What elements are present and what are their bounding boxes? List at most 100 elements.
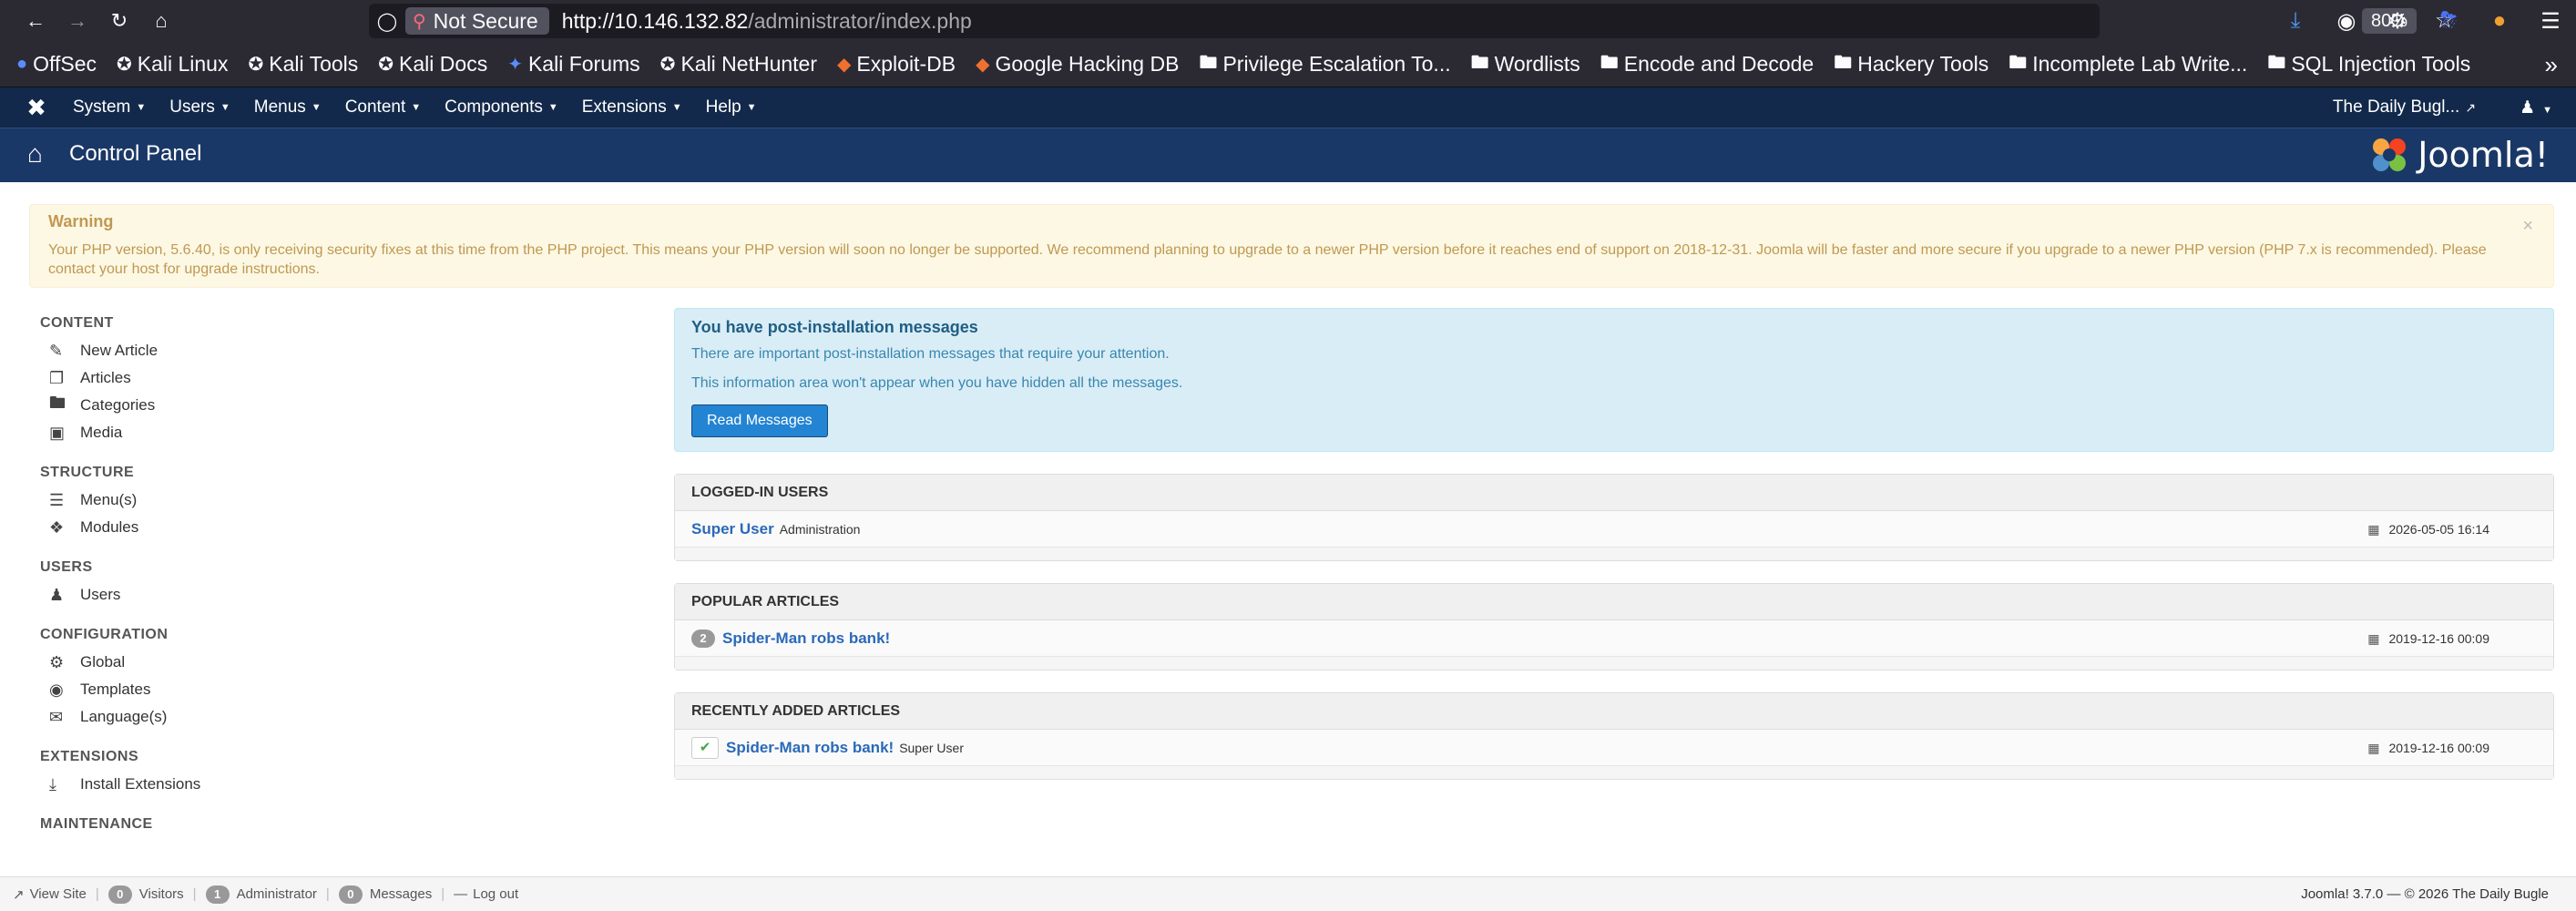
extensions-puzzle-icon[interactable]: ⚙ bbox=[2372, 8, 2423, 35]
admin-menu-bar: ✖ System ▼ Users ▼ Menus ▼ Content ▼ Compone… bbox=[0, 87, 2576, 128]
article-author: Super User bbox=[899, 740, 964, 755]
menu-system[interactable]: System ▼ bbox=[73, 97, 146, 118]
sidebar-item-global[interactable]: ⚙ Global bbox=[40, 649, 623, 676]
forward-icon[interactable]: → bbox=[56, 0, 98, 42]
folder-icon: 🖿 bbox=[49, 394, 66, 412]
shield-extension-icon[interactable]: ⛈ bbox=[2423, 8, 2474, 34]
kali-dragon-icon: ✪ bbox=[116, 55, 132, 75]
sidebar-item-new-article[interactable]: ✎ New Article bbox=[40, 337, 623, 364]
menu-content[interactable]: Content ▼ bbox=[345, 97, 421, 118]
view-site-link[interactable]: ↗ View Site bbox=[13, 886, 87, 903]
caret-down-icon: ▼ bbox=[136, 101, 147, 113]
visitors-count[interactable]: 0 Visitors bbox=[107, 885, 184, 904]
not-secure-badge[interactable]: ⚲ Not Secure bbox=[405, 7, 549, 35]
bookmark-kali-nethunter[interactable]: ✪ Kali NetHunter bbox=[660, 52, 817, 77]
sidebar-section-users: USERS bbox=[40, 559, 93, 575]
users-icon: ♟ bbox=[49, 585, 65, 604]
bookmark-offsec[interactable]: ● OffSec bbox=[16, 52, 97, 77]
sidebar-item-modules[interactable]: ❖ Modules bbox=[40, 514, 623, 541]
sidebar-item-templates[interactable]: ◉ Templates bbox=[40, 676, 623, 703]
logout-link[interactable]: — Log out bbox=[454, 886, 518, 902]
home-icon[interactable]: ⌂ bbox=[140, 0, 182, 42]
recent-articles-panel: RECENTLY ADDED ARTICLES ✔ Spider-Man rob… bbox=[674, 692, 2554, 780]
pencil-icon: ✎ bbox=[49, 341, 64, 360]
browser-toolbar: ← → ↻ ⌂ ◯ ⚲ Not Secure http://10.146.132.… bbox=[0, 0, 2576, 42]
caret-down-icon: ▼ bbox=[311, 101, 322, 113]
bookmark-kali-docs[interactable]: ✪ Kali Docs bbox=[378, 52, 487, 77]
bookmark-kali-linux[interactable]: ✪ Kali Linux bbox=[117, 52, 229, 77]
menu-extensions[interactable]: Extensions ▼ bbox=[582, 97, 682, 118]
extension-j-icon[interactable]: ◉ bbox=[2321, 8, 2372, 35]
sidebar-section-maintenance: MAINTENANCE bbox=[40, 816, 153, 832]
bookmark-kali-tools[interactable]: ✪ Kali Tools bbox=[248, 52, 358, 77]
close-icon[interactable]: × bbox=[2522, 216, 2533, 237]
post-install-alert: You have post-installation messages Ther… bbox=[674, 308, 2554, 452]
article-link[interactable]: Spider-Man robs bank! bbox=[722, 630, 890, 648]
timestamp: ▦ 2026-05-05 16:14 bbox=[2367, 522, 2489, 537]
main-content: You have post-installation messages Ther… bbox=[674, 308, 2554, 780]
sidebar-item-categories[interactable]: 🖿 Categories bbox=[40, 392, 623, 419]
download-icon: ⤓ bbox=[49, 774, 56, 793]
bookmark-folder-sqli[interactable]: 🖿 SQL Injection Tools bbox=[2267, 49, 2470, 80]
user-menu[interactable]: ♟ ▼ bbox=[2520, 97, 2552, 118]
folder-icon: 🖿 bbox=[1199, 52, 1218, 73]
bookmark-exploit-db[interactable]: ◆ Exploit-DB bbox=[837, 52, 956, 77]
joomla-wordmark: Joomla! bbox=[2418, 135, 2549, 175]
address-bar[interactable]: ◯ ⚲ Not Secure http://10.146.132.82/admin… bbox=[369, 4, 2455, 38]
sidebar-section-configuration: CONFIGURATION bbox=[40, 627, 169, 642]
sidebar-item-users[interactable]: ♟ Users bbox=[40, 581, 623, 609]
cube-icon: ❖ bbox=[49, 517, 65, 537]
messages-count[interactable]: 0 Messages bbox=[338, 885, 432, 904]
sidebar-item-menus[interactable]: ☰ Menu(s) bbox=[40, 486, 623, 514]
post-install-line2: This information area won't appear when … bbox=[691, 375, 1183, 391]
downloads-icon[interactable]: ⤓ bbox=[2270, 8, 2321, 34]
read-messages-button[interactable]: Read Messages bbox=[691, 404, 828, 437]
url-text[interactable]: http://10.146.132.82/administrator/index… bbox=[562, 9, 972, 34]
sidebar-item-articles[interactable]: ❐ Articles bbox=[40, 364, 623, 392]
cookie-extension-icon[interactable]: ● bbox=[2474, 8, 2525, 34]
panel-title: RECENTLY ADDED ARTICLES bbox=[675, 693, 2553, 730]
eye-icon: ◉ bbox=[49, 680, 64, 699]
folder-icon: 🖿 bbox=[2267, 52, 2286, 73]
calendar-icon: ▦ bbox=[2367, 741, 2380, 755]
back-icon[interactable]: ← bbox=[15, 0, 56, 42]
bookmarks-overflow-icon[interactable]: » bbox=[2545, 42, 2558, 87]
bookmark-google-hacking-db[interactable]: ◆ Google Hacking DB bbox=[976, 52, 1179, 77]
menu-icon[interactable]: ☰ bbox=[2525, 8, 2576, 35]
sidebar-item-media[interactable]: ▣ Media bbox=[40, 419, 623, 446]
joomla-logo-icon[interactable]: ✖ bbox=[0, 94, 73, 122]
tracking-shield-icon[interactable]: ◯ bbox=[369, 10, 405, 33]
site-link[interactable]: The Daily Bugl... ↗ bbox=[2333, 97, 2476, 118]
menu-users[interactable]: Users ▼ bbox=[169, 97, 230, 118]
user-link[interactable]: Super User bbox=[691, 520, 774, 538]
sidebar-item-install-extensions[interactable]: ⤓ Install Extensions bbox=[40, 771, 623, 798]
bookmark-folder-encode[interactable]: 🖿 Encode and Decode bbox=[1600, 49, 1814, 80]
caret-down-icon: ▼ bbox=[746, 101, 757, 113]
toolbar-icons: ⤓ ◉ ⚙ ⛈ ● ☰ bbox=[2270, 0, 2576, 42]
menu-help[interactable]: Help ▼ bbox=[706, 97, 757, 118]
caret-down-icon: ▼ bbox=[2542, 104, 2552, 116]
offsec-icon: ● bbox=[16, 54, 28, 74]
kali-dragon-icon: ✪ bbox=[659, 55, 676, 75]
post-install-title: You have post-installation messages bbox=[691, 318, 978, 336]
bookmark-folder-privesc[interactable]: 🖿 Privilege Escalation To... bbox=[1199, 49, 1450, 80]
image-icon: ▣ bbox=[49, 423, 66, 442]
folder-icon: 🖿 bbox=[1470, 52, 1489, 73]
gear-icon: ⚙ bbox=[49, 652, 65, 671]
sidebar-item-languages[interactable]: ✉ Language(s) bbox=[40, 703, 623, 731]
published-check-icon[interactable]: ✔ bbox=[691, 736, 719, 759]
folder-icon: 🖿 bbox=[2009, 52, 2028, 73]
kali-dragon-icon: ✪ bbox=[378, 55, 394, 75]
article-link[interactable]: Spider-Man robs bank! bbox=[726, 739, 894, 757]
sidebar-section-structure: STRUCTURE bbox=[40, 465, 135, 480]
admin-count[interactable]: 1 Administrator bbox=[205, 885, 317, 904]
menu-components[interactable]: Components ▼ bbox=[445, 97, 558, 118]
bookmark-folder-incomplete[interactable]: 🖿 Incomplete Lab Write... bbox=[2009, 49, 2247, 80]
reload-icon[interactable]: ↻ bbox=[98, 0, 140, 42]
timestamp: ▦ 2019-12-16 00:09 bbox=[2367, 741, 2489, 755]
panel-title: LOGGED-IN USERS bbox=[675, 475, 2553, 511]
bookmark-folder-wordlists[interactable]: 🖿 Wordlists bbox=[1471, 49, 1580, 80]
bookmark-kali-forums[interactable]: ✦ Kali Forums bbox=[507, 52, 639, 77]
bookmark-folder-hackery[interactable]: 🖿 Hackery Tools bbox=[1834, 49, 1988, 80]
menu-menus[interactable]: Menus ▼ bbox=[254, 97, 322, 118]
